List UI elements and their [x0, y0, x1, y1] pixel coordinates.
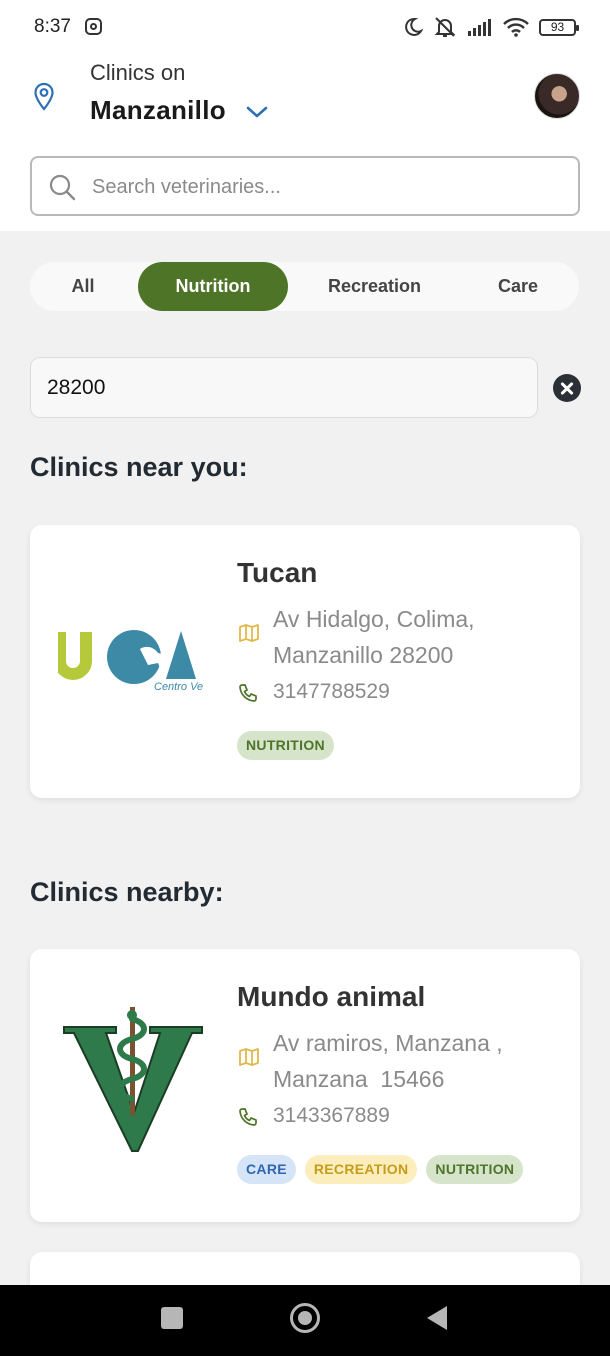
category-tabs: All Nutrition Recreation Care [30, 262, 579, 311]
chevron-down-icon[interactable] [246, 104, 268, 120]
signal-icon [468, 19, 491, 36]
logo-caption: Centro Ve [154, 681, 203, 693]
instagram-icon [85, 18, 102, 35]
mute-icon [434, 17, 456, 37]
phone-icon [239, 1108, 257, 1126]
map-icon [239, 624, 259, 642]
search-icon [49, 174, 76, 201]
tab-care[interactable]: Care [460, 262, 576, 311]
home-button[interactable] [290, 1303, 320, 1333]
back-button[interactable] [427, 1306, 447, 1330]
map-icon [239, 1048, 259, 1066]
city-selector[interactable]: Manzanillo [90, 95, 226, 126]
status-time: 8:37 [34, 16, 71, 37]
do-not-disturb-icon [405, 17, 423, 36]
clinic-phone[interactable]: 3143367889 [273, 1104, 390, 1128]
phone-icon [239, 684, 257, 702]
clear-zip-icon[interactable] [553, 374, 581, 402]
tab-recreation[interactable]: Recreation [302, 262, 447, 311]
zip-filter-field[interactable] [30, 357, 538, 418]
clinic-phone[interactable]: 3147788529 [273, 680, 390, 704]
search-input[interactable] [92, 172, 552, 202]
wifi-icon [503, 17, 529, 37]
search-bar[interactable] [30, 156, 580, 216]
clinic-card-mundo-animal[interactable]: Mundo animal Av ramiros, Manzana , Manza… [30, 949, 580, 1222]
status-bar: 8:37 93 [0, 0, 610, 54]
location-pin-icon[interactable] [33, 82, 55, 112]
battery-icon: 93 [539, 18, 579, 36]
tag-recreation: RECREATION [304, 1155, 418, 1184]
tab-all[interactable]: All [30, 262, 136, 311]
clinic-address: Av Hidalgo, Colima, Manzanillo 28200 [273, 606, 475, 668]
clinic-name: Tucan [237, 557, 318, 588]
clinic-tags: CARE RECREATION NUTRITION [237, 1155, 524, 1184]
tag-nutrition: NUTRITION [237, 731, 334, 760]
clinic-logo [63, 1007, 203, 1152]
tag-nutrition: NUTRITION [426, 1155, 524, 1184]
clinic-logo: Centro Ve [58, 630, 203, 693]
tag-care: CARE [237, 1155, 296, 1184]
tab-nutrition[interactable]: Nutrition [138, 262, 288, 311]
system-nav-bar [0, 1285, 610, 1356]
zip-input[interactable] [47, 374, 507, 402]
clinic-address: Av ramiros, Manzana , Manzana 15466 [273, 1030, 510, 1092]
clinic-card-tucan[interactable]: Centro Ve Tucan Av Hidalgo, Colima, Manz… [30, 525, 580, 798]
avatar[interactable] [534, 73, 580, 119]
clinic-name: Mundo animal [237, 981, 426, 1012]
header-subtitle: Clinics on [90, 60, 186, 85]
section-title-near: Clinics near you: [30, 452, 248, 482]
recents-button[interactable] [161, 1307, 183, 1329]
clinic-tags: NUTRITION [237, 731, 334, 760]
section-title-nearby: Clinics nearby: [30, 877, 224, 907]
